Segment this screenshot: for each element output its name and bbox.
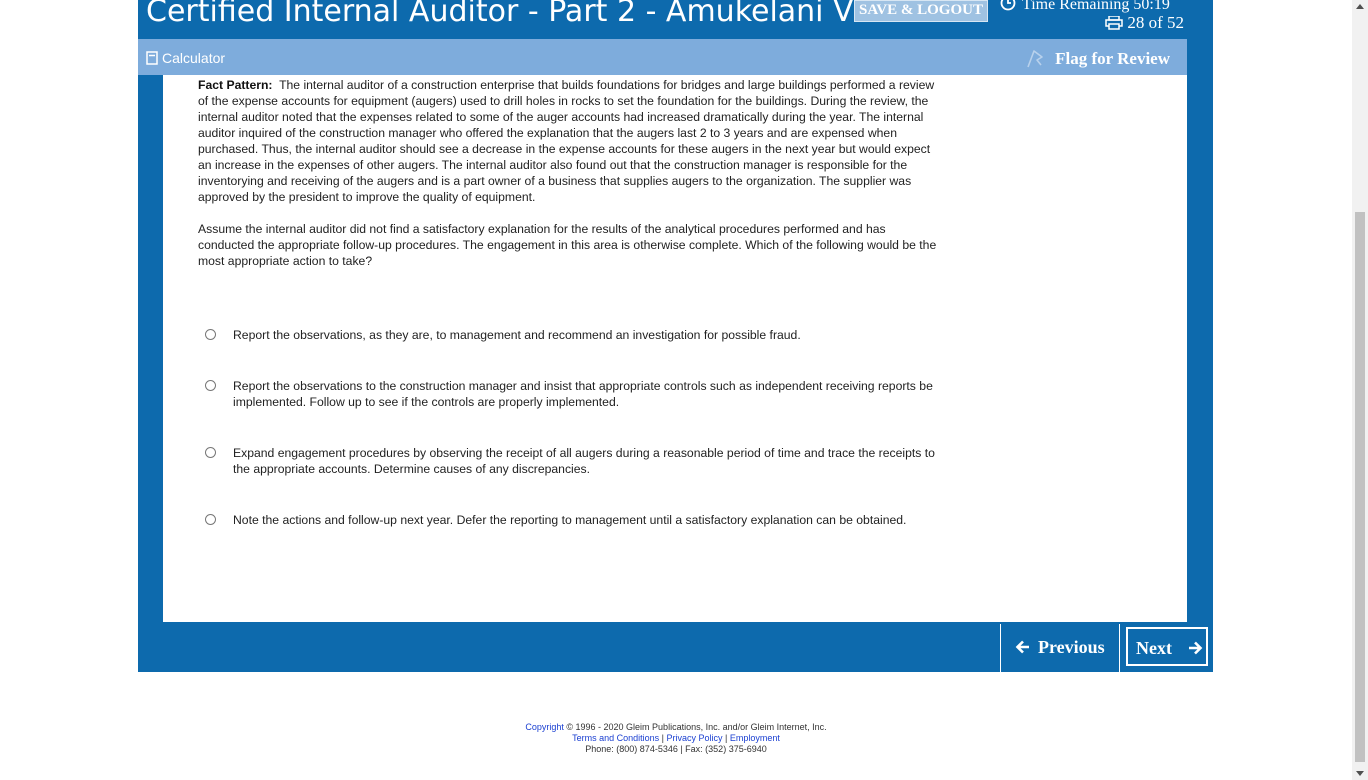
- scrollbar-thumb[interactable]: [1355, 212, 1365, 762]
- save-logout-button[interactable]: SAVE & LOGOUT: [854, 0, 988, 22]
- radio-button[interactable]: [205, 514, 216, 525]
- page-footer: Copyright © 1996 - 2020 Gleim Publicatio…: [0, 722, 1352, 755]
- question-panel: Fact Pattern: The internal auditor of a …: [163, 75, 1187, 622]
- calculator-button[interactable]: Calculator: [146, 50, 225, 66]
- time-remaining-text: Time Remaining 50:19: [1022, 0, 1170, 13]
- radio-button[interactable]: [205, 380, 216, 391]
- question-counter-text: 28 of 52: [1127, 13, 1184, 32]
- time-remaining: Time Remaining 50:19: [1000, 0, 1170, 14]
- next-button[interactable]: Next: [1126, 627, 1208, 666]
- link-separator: |: [659, 733, 667, 743]
- calculator-icon: [146, 51, 158, 65]
- copyright-line: Copyright © 1996 - 2020 Gleim Publicatio…: [0, 722, 1352, 733]
- question-text: Fact Pattern: The internal auditor of a …: [198, 77, 943, 285]
- scroll-down-icon[interactable]: [1356, 771, 1364, 776]
- page-scrollbar[interactable]: [1352, 0, 1368, 780]
- question-stem: Assume the internal auditor did not find…: [198, 222, 937, 268]
- terms-link[interactable]: Terms and Conditions: [572, 733, 659, 743]
- arrow-left-icon: [1015, 640, 1029, 654]
- arrow-right-icon: [1189, 641, 1203, 655]
- contact-line: Phone: (800) 874-5346 | Fax: (352) 375-6…: [585, 744, 767, 754]
- previous-button[interactable]: Previous: [1000, 624, 1120, 672]
- flag-icon: [1027, 50, 1043, 68]
- scroll-up-icon[interactable]: [1356, 4, 1364, 9]
- radio-button[interactable]: [205, 447, 216, 458]
- calculator-label: Calculator: [162, 50, 226, 66]
- flag-label: Flag for Review: [1055, 49, 1170, 68]
- answer-option-text: Note the actions and follow-up next year…: [233, 513, 907, 527]
- exam-title: Certified Internal Auditor - Part 2 - Am…: [146, 0, 933, 29]
- copyright-text: © 1996 - 2020 Gleim Publications, Inc. a…: [563, 722, 827, 732]
- employment-link[interactable]: Employment: [730, 733, 780, 743]
- fact-pattern: Fact Pattern: The internal auditor of a …: [198, 77, 943, 205]
- previous-label: Previous: [1038, 637, 1105, 657]
- answer-option-text: Report the observations to the construct…: [233, 379, 933, 409]
- navigation-bar: Previous Next: [138, 624, 1213, 672]
- flag-for-review-button[interactable]: Flag for Review: [1025, 48, 1170, 69]
- answer-option-text: Expand engagement procedures by observin…: [233, 446, 935, 476]
- clock-icon: [1000, 0, 1016, 11]
- toolbar: Calculator Flag for Review: [138, 39, 1187, 75]
- fact-pattern-text: The internal auditor of a construction e…: [198, 78, 935, 204]
- privacy-link[interactable]: Privacy Policy: [667, 733, 723, 743]
- copyright-link[interactable]: Copyright: [525, 722, 564, 732]
- fact-pattern-label: Fact Pattern:: [198, 78, 273, 92]
- next-label: Next: [1136, 638, 1172, 658]
- radio-button[interactable]: [205, 329, 216, 340]
- link-separator: |: [722, 733, 730, 743]
- question-counter: 28 of 52: [1105, 13, 1184, 33]
- footer-links: Terms and Conditions | Privacy Policy | …: [0, 733, 1352, 744]
- answer-option-text: Report the observations, as they are, to…: [233, 328, 801, 342]
- printer-icon[interactable]: [1105, 15, 1124, 30]
- exam-frame: Certified Internal Auditor - Part 2 - Am…: [138, 0, 1213, 672]
